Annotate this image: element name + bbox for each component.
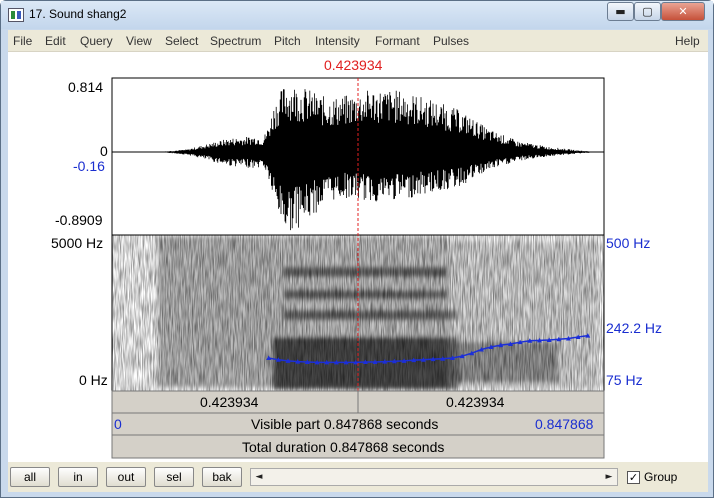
- left-interval-label: 0.423934: [200, 394, 259, 410]
- spectrogram-bottom-frequency-label: 0 Hz: [79, 372, 108, 388]
- visible-start-label: 0: [114, 416, 122, 432]
- zoom-all-button[interactable]: all: [10, 467, 50, 487]
- total-duration-label: Total duration 0.847868 seconds: [242, 439, 445, 455]
- waveform-min-label: -0.8909: [55, 212, 103, 228]
- scroll-left-arrow-icon[interactable]: ◄: [251, 469, 267, 485]
- maximize-button[interactable]: ▢: [634, 2, 661, 21]
- sound-canvas[interactable]: [8, 52, 708, 462]
- waveform-max-label: 0.814: [68, 79, 104, 95]
- praat-sound-window: 17. Sound shang2 ▬ ▢ ✕ File Edit Query V…: [0, 0, 714, 498]
- pitch-bottom-label: 75 Hz: [606, 372, 643, 388]
- menu-intensity[interactable]: Intensity: [315, 34, 360, 48]
- window-title: 17. Sound shang2: [29, 7, 127, 21]
- client-area: File Edit Query View Select Spectrum Pit…: [8, 30, 708, 492]
- group-checkbox-label: Group: [644, 470, 678, 484]
- zoom-in-button[interactable]: in: [58, 467, 98, 487]
- menu-select[interactable]: Select: [165, 34, 198, 48]
- right-interval-label: 0.423934: [446, 394, 505, 410]
- horizontal-scrollbar[interactable]: ◄ ►: [250, 468, 618, 486]
- spectrogram-top-frequency-label: 5000 Hz: [51, 235, 104, 251]
- group-checkbox[interactable]: ✓: [627, 471, 640, 484]
- zoom-back-button[interactable]: bak: [202, 467, 242, 487]
- menu-pitch[interactable]: Pitch: [274, 34, 301, 48]
- scroll-right-arrow-icon[interactable]: ►: [601, 469, 617, 485]
- minimize-button[interactable]: ▬: [607, 2, 634, 21]
- title-bar[interactable]: 17. Sound shang2 ▬ ▢ ✕: [1, 1, 713, 29]
- praat-app-icon: [8, 8, 24, 22]
- zoom-selection-button[interactable]: sel: [154, 467, 194, 487]
- pitch-top-label: 500 Hz: [606, 235, 651, 251]
- menu-bar: File Edit Query View Select Spectrum Pit…: [8, 30, 708, 52]
- menu-view[interactable]: View: [126, 34, 152, 48]
- bottom-toolbar: all in out sel bak ◄ ► ✓ Group: [8, 462, 708, 492]
- menu-formant[interactable]: Formant: [375, 34, 420, 48]
- menu-pulses[interactable]: Pulses: [433, 34, 469, 48]
- waveform-zero-label: 0: [100, 143, 108, 159]
- menu-help[interactable]: Help: [675, 34, 700, 48]
- waveform-cursor-value-label: -0.16: [73, 158, 105, 174]
- zoom-out-button[interactable]: out: [106, 467, 146, 487]
- visible-end-label: 0.847868: [535, 416, 594, 432]
- menu-edit[interactable]: Edit: [45, 34, 66, 48]
- pitch-current-label: 242.2 Hz: [606, 320, 663, 336]
- sound-drawing-area[interactable]: 0.423934 0.814 0 -0.16 -0.8909 5000 Hz 0…: [8, 52, 708, 468]
- visible-part-label: Visible part 0.847868 seconds: [251, 416, 439, 432]
- menu-query[interactable]: Query: [80, 34, 113, 48]
- cursor-time-label: 0.423934: [324, 57, 383, 73]
- close-button[interactable]: ✕: [661, 2, 705, 21]
- menu-spectrum[interactable]: Spectrum: [210, 34, 261, 48]
- menu-file[interactable]: File: [13, 34, 32, 48]
